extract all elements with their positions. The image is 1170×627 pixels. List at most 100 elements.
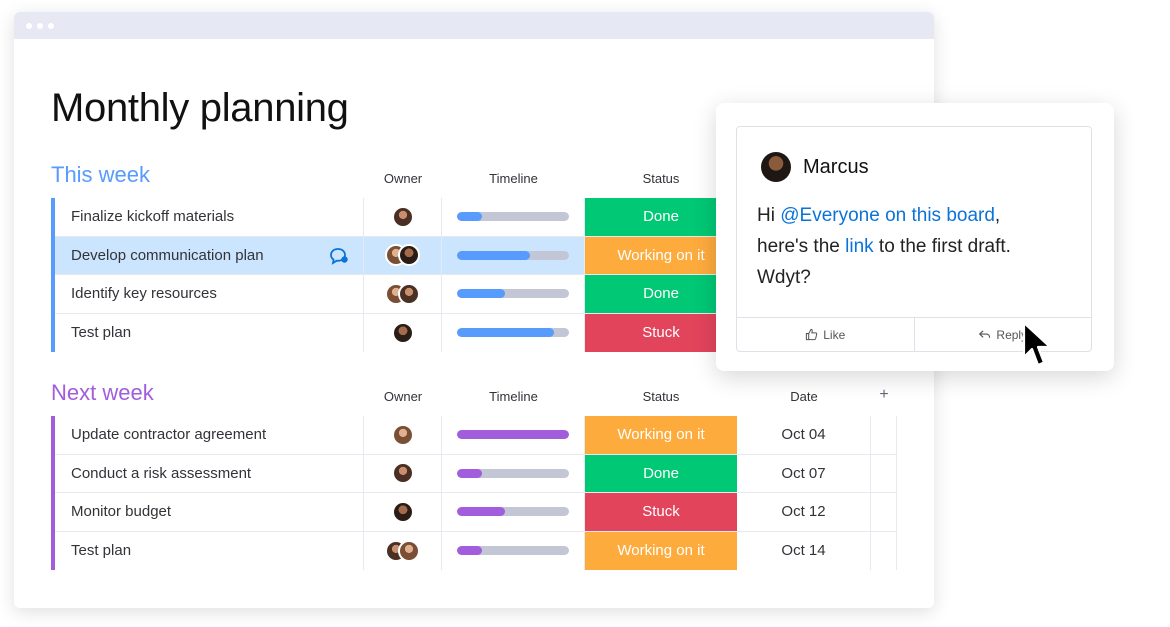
timeline-cell[interactable] xyxy=(442,531,585,570)
table-row[interactable]: Conduct a risk assessment Done Oct 07 xyxy=(55,454,897,493)
timeline-bar xyxy=(457,328,569,338)
draft-link[interactable]: link xyxy=(845,236,874,257)
table-row[interactable]: Test plan Stuck xyxy=(55,313,737,352)
mouse-cursor-icon xyxy=(1022,321,1052,367)
item-name[interactable]: Identify key resources xyxy=(55,275,364,313)
owner-cell[interactable] xyxy=(364,416,442,454)
window-titlebar xyxy=(14,12,934,39)
comment-author: Marcus xyxy=(761,152,869,182)
column-header-timeline[interactable]: Timeline xyxy=(442,171,585,186)
column-header-owner[interactable]: Owner xyxy=(364,389,442,404)
empty-cell xyxy=(871,493,897,531)
timeline-cell[interactable] xyxy=(442,454,585,492)
date-cell[interactable]: Oct 04 xyxy=(737,416,871,454)
date-cell[interactable]: Oct 14 xyxy=(737,531,871,570)
status-badge[interactable]: Working on it xyxy=(585,416,737,454)
timeline-fill xyxy=(457,430,569,440)
like-label: Like xyxy=(823,327,846,342)
chat-bubble-icon[interactable] xyxy=(329,247,349,265)
item-name[interactable]: Monitor budget xyxy=(55,493,364,531)
column-header-status[interactable]: Status xyxy=(585,171,737,186)
owner-cell[interactable] xyxy=(364,313,442,352)
table-row[interactable]: Identify key resources Done xyxy=(55,275,737,314)
owner-cell[interactable] xyxy=(364,198,442,236)
column-header-status[interactable]: Status xyxy=(585,389,737,404)
column-header-date[interactable]: Date xyxy=(737,389,871,404)
like-button[interactable]: Like xyxy=(737,318,914,351)
author-name[interactable]: Marcus xyxy=(803,156,869,179)
comment-body: Hi @Everyone on this board, here's the l… xyxy=(757,200,1077,293)
item-name[interactable]: Finalize kickoff materials xyxy=(55,198,364,236)
column-header-timeline[interactable]: Timeline xyxy=(442,389,585,404)
owner-cell[interactable] xyxy=(364,236,442,274)
owner-cell[interactable] xyxy=(364,454,442,492)
owner-cell[interactable] xyxy=(364,275,442,313)
window-dot xyxy=(26,22,32,29)
timeline-fill xyxy=(457,507,506,517)
item-name-cell[interactable]: Develop communication plan xyxy=(55,236,364,274)
timeline-fill xyxy=(457,468,482,478)
timeline-fill xyxy=(457,328,555,338)
timeline-fill xyxy=(457,250,530,260)
reply-arrow-icon xyxy=(979,330,991,338)
comment-text: Hi xyxy=(757,205,781,226)
item-name[interactable]: Conduct a risk assessment xyxy=(55,454,364,492)
mention-link[interactable]: @Everyone on this board xyxy=(780,205,995,226)
timeline-bar xyxy=(457,289,569,299)
timeline-cell[interactable] xyxy=(442,198,585,236)
avatar xyxy=(391,462,414,485)
add-column-button[interactable]: + xyxy=(871,386,897,404)
group-rows: Finalize kickoff materials Done Develop … xyxy=(51,198,737,352)
date-cell[interactable]: Oct 07 xyxy=(737,454,871,492)
status-badge[interactable]: Working on it xyxy=(585,531,737,570)
comment-card: Marcus Hi @Everyone on this board, here'… xyxy=(736,126,1092,352)
avatar xyxy=(391,500,414,523)
status-badge[interactable]: Stuck xyxy=(585,313,737,352)
empty-cell xyxy=(871,416,897,454)
item-name[interactable]: Test plan xyxy=(55,313,364,352)
timeline-cell[interactable] xyxy=(442,236,585,274)
timeline-fill xyxy=(457,546,482,556)
date-cell[interactable]: Oct 12 xyxy=(737,493,871,531)
owner-cell[interactable] xyxy=(364,531,442,570)
timeline-fill xyxy=(457,289,506,299)
timeline-bar xyxy=(457,430,569,440)
timeline-cell[interactable] xyxy=(442,493,585,531)
timeline-cell[interactable] xyxy=(442,416,585,454)
column-header-owner[interactable]: Owner xyxy=(364,171,442,186)
comment-text: to the first draft. xyxy=(873,236,1011,257)
group-rows: Update contractor agreement Working on i… xyxy=(51,416,897,570)
table-row[interactable]: Develop communication plan Working on it xyxy=(55,236,737,275)
status-badge[interactable]: Stuck xyxy=(585,493,737,531)
table-row[interactable]: Finalize kickoff materials Done xyxy=(55,198,737,237)
table-row[interactable]: Test plan Working on it Oct 14 xyxy=(55,531,897,570)
timeline-bar xyxy=(457,250,569,260)
group-next-week: Next week Owner Timeline Status Date + U… xyxy=(51,380,901,580)
item-name[interactable]: Test plan xyxy=(55,531,364,570)
status-badge[interactable]: Working on it xyxy=(585,236,737,274)
group-title[interactable]: This week xyxy=(51,162,150,188)
timeline-bar xyxy=(457,468,569,478)
owner-cell[interactable] xyxy=(364,493,442,531)
comment-text: , xyxy=(994,205,1001,226)
avatar[interactable] xyxy=(761,152,791,182)
avatar xyxy=(391,423,414,446)
group-this-week: This week Owner Timeline Status Finalize… xyxy=(51,162,751,362)
page-title: Monthly planning xyxy=(51,86,349,130)
timeline-cell[interactable] xyxy=(442,275,585,313)
reply-button[interactable]: Reply xyxy=(913,318,1092,351)
avatar xyxy=(391,321,414,344)
timeline-bar xyxy=(457,507,569,517)
item-name[interactable]: Update contractor agreement xyxy=(55,416,364,454)
status-badge[interactable]: Done xyxy=(585,198,737,236)
group-header: This week Owner Timeline Status xyxy=(51,162,751,198)
empty-cell xyxy=(871,531,897,570)
group-header: Next week Owner Timeline Status Date + xyxy=(51,380,901,416)
group-title[interactable]: Next week xyxy=(51,380,154,406)
table-row[interactable]: Update contractor agreement Working on i… xyxy=(55,416,897,455)
table-row[interactable]: Monitor budget Stuck Oct 12 xyxy=(55,493,897,532)
status-badge[interactable]: Done xyxy=(585,454,737,492)
window-dot xyxy=(48,22,54,29)
status-badge[interactable]: Done xyxy=(585,275,737,313)
timeline-cell[interactable] xyxy=(442,313,585,352)
